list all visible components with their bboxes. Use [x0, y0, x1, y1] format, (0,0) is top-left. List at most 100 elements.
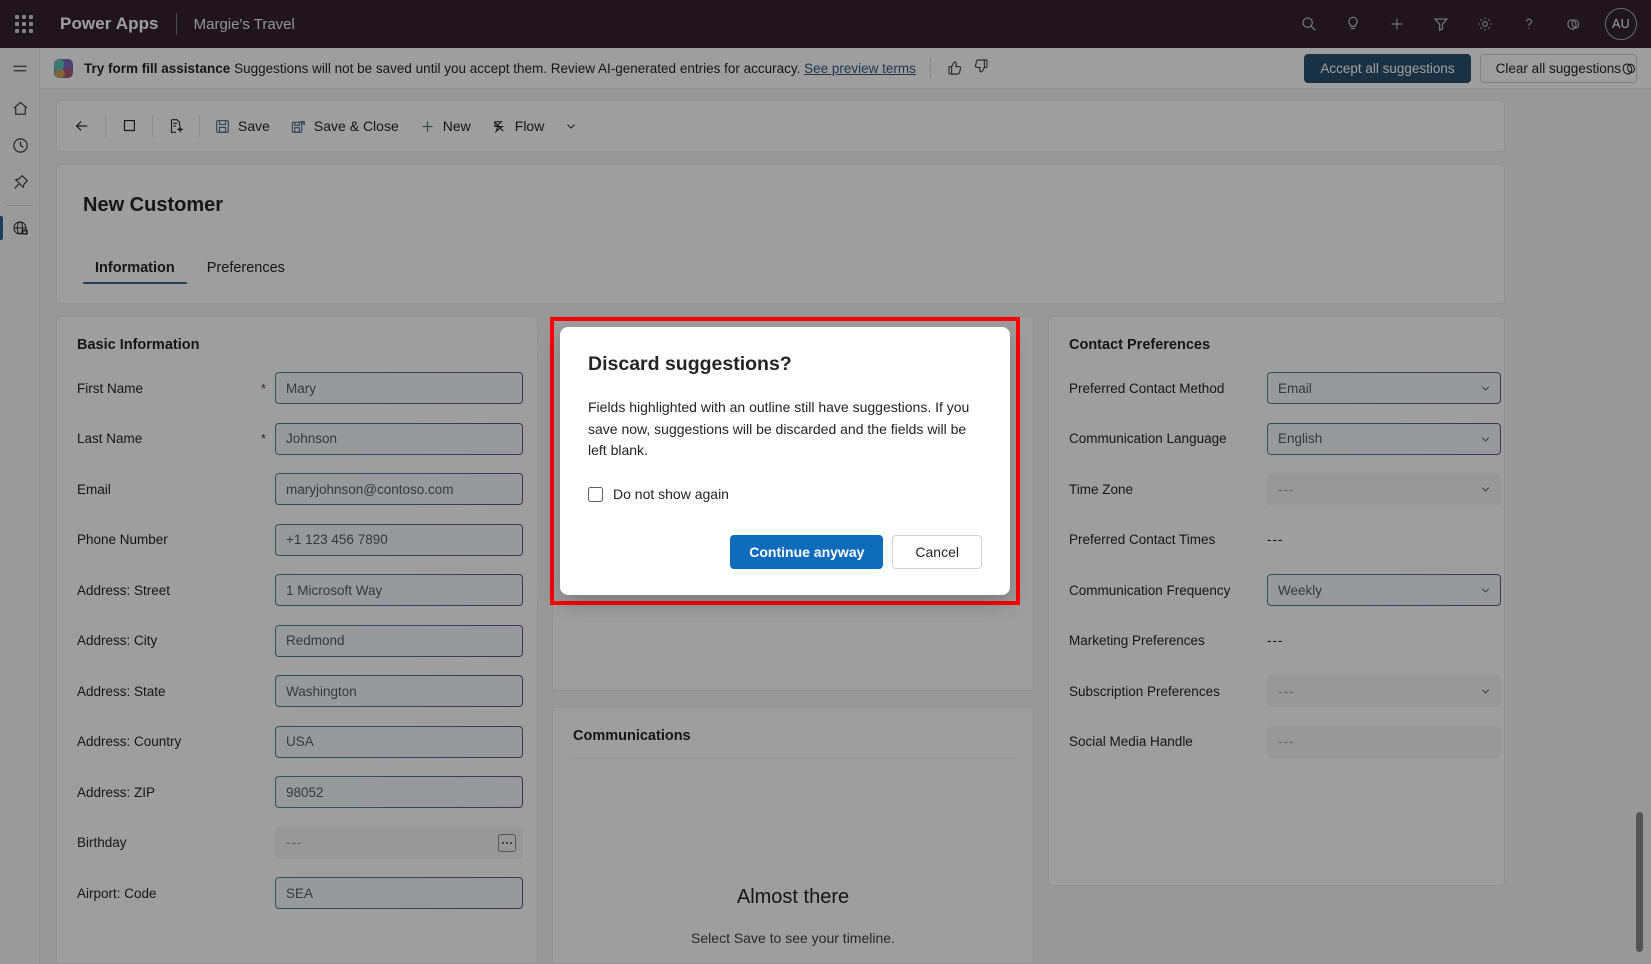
- continue-anyway-button[interactable]: Continue anyway: [730, 535, 883, 569]
- field-control[interactable]: Weekly: [1267, 574, 1501, 606]
- save-label: Save: [238, 118, 270, 134]
- field-select[interactable]: Email: [1267, 372, 1501, 404]
- field-control[interactable]: ---: [1267, 726, 1501, 758]
- field-select[interactable]: Weekly: [1267, 574, 1501, 606]
- banner-message: Try form fill assistance Suggestions wil…: [84, 61, 916, 76]
- field-value: ---: [1278, 482, 1295, 497]
- field-input[interactable]: Mary: [275, 372, 523, 404]
- field-value: Johnson: [286, 431, 337, 446]
- field-row: Emailmaryjohnson@contoso.com: [77, 473, 523, 505]
- avatar[interactable]: AU: [1605, 8, 1637, 40]
- sidebar-item-customers[interactable]: [0, 210, 40, 247]
- field-control[interactable]: Redmond: [275, 625, 523, 657]
- field-input[interactable]: +1 123 456 7890: [275, 524, 523, 556]
- field-input[interactable]: Johnson: [275, 423, 523, 455]
- field-input[interactable]: ---: [275, 827, 523, 859]
- required-indicator: *: [261, 431, 275, 446]
- scrollbar-thumb[interactable]: [1636, 812, 1643, 952]
- field-value: ---: [1278, 684, 1295, 699]
- field-input[interactable]: maryjohnson@contoso.com: [275, 473, 523, 505]
- tab-preferences[interactable]: Preferences: [195, 252, 297, 290]
- field-value: Weekly: [1278, 583, 1322, 598]
- new-button[interactable]: New: [409, 108, 481, 144]
- form-fill-assist-button[interactable]: [157, 108, 195, 144]
- open-popout-button[interactable]: [110, 108, 148, 144]
- accept-all-suggestions-button[interactable]: Accept all suggestions: [1304, 54, 1470, 83]
- thumbs-up-icon[interactable]: [945, 57, 967, 79]
- search-icon[interactable]: [1289, 0, 1329, 48]
- field-control[interactable]: ---: [275, 827, 523, 859]
- field-control[interactable]: ---: [1267, 473, 1501, 505]
- tab-information[interactable]: Information: [83, 252, 187, 290]
- contact-preferences-card: Contact Preferences Preferred Contact Me…: [1048, 316, 1505, 886]
- field-control[interactable]: Email: [1267, 372, 1501, 404]
- field-control[interactable]: Mary: [275, 372, 523, 404]
- field-value: maryjohnson@contoso.com: [286, 482, 454, 497]
- plus-icon[interactable]: [1377, 0, 1417, 48]
- field-control[interactable]: English: [1267, 423, 1501, 455]
- cancel-button[interactable]: Cancel: [892, 535, 982, 569]
- communications-timeline-card: Communications Almost there Select Save …: [552, 707, 1034, 964]
- thumbs-down-icon[interactable]: [971, 57, 993, 79]
- field-label: Preferred Contact Method: [1069, 381, 1253, 396]
- field-input[interactable]: 98052: [275, 776, 523, 808]
- see-preview-terms-link[interactable]: See preview terms: [804, 61, 916, 76]
- copilot-icon: [54, 59, 73, 78]
- calendar-icon[interactable]: [498, 834, 516, 852]
- brand-title: Power Apps: [60, 14, 159, 34]
- field-row: Social Media Handle ---: [1069, 726, 1501, 758]
- save-button[interactable]: Save: [204, 108, 280, 144]
- save-and-close-button[interactable]: Save & Close: [280, 108, 409, 144]
- field-input[interactable]: ---: [1267, 726, 1501, 758]
- lightbulb-icon[interactable]: [1333, 0, 1373, 48]
- field-input[interactable]: Washington: [275, 675, 523, 707]
- copilot-icon[interactable]: [1553, 0, 1593, 48]
- field-control[interactable]: maryjohnson@contoso.com: [275, 473, 523, 505]
- flow-label: Flow: [515, 118, 545, 134]
- help-icon[interactable]: [1509, 0, 1549, 48]
- home-icon[interactable]: [0, 90, 40, 127]
- do-not-show-again-label: Do not show again: [613, 486, 729, 502]
- basic-information-title: Basic Information: [77, 337, 199, 353]
- filter-icon[interactable]: [1421, 0, 1461, 48]
- field-control[interactable]: +1 123 456 7890: [275, 524, 523, 556]
- field-value: +1 123 456 7890: [286, 532, 388, 547]
- field-select[interactable]: English: [1267, 423, 1501, 455]
- gear-icon[interactable]: [1465, 0, 1505, 48]
- hamburger-menu-icon[interactable]: [0, 48, 40, 90]
- copilot-panel-icon[interactable]: [1607, 48, 1651, 89]
- brand-divider: [176, 13, 177, 35]
- pin-icon[interactable]: [0, 164, 40, 201]
- field-control[interactable]: USA: [275, 726, 523, 758]
- field-input[interactable]: 1 Microsoft Way: [275, 574, 523, 606]
- flow-chevron-down-icon[interactable]: [554, 108, 588, 144]
- field-label: Preferred Contact Times: [1069, 532, 1253, 547]
- field-row: Subscription Preferences---: [1069, 675, 1501, 707]
- field-select[interactable]: ---: [1267, 473, 1501, 505]
- app-launcher-button[interactable]: [0, 0, 48, 48]
- back-button[interactable]: [63, 108, 101, 144]
- field-control: ---: [1267, 531, 1501, 549]
- timeline-empty-title: Almost there: [553, 886, 1033, 909]
- field-control[interactable]: Johnson: [275, 423, 523, 455]
- do-not-show-again-checkbox[interactable]: Do not show again: [588, 486, 982, 502]
- field-row: Address: Street 1 Microsoft Way: [77, 574, 523, 606]
- field-control[interactable]: 1 Microsoft Way: [275, 574, 523, 606]
- recent-clock-icon[interactable]: [0, 127, 40, 164]
- field-control[interactable]: SEA: [275, 877, 523, 909]
- vertical-scrollbar[interactable]: [1636, 316, 1643, 964]
- field-control: ---: [1267, 632, 1501, 650]
- field-select[interactable]: ---: [1267, 675, 1501, 707]
- command-divider: [105, 115, 106, 137]
- field-input[interactable]: USA: [275, 726, 523, 758]
- field-label: Address: ZIP: [77, 785, 261, 800]
- field-control[interactable]: ---: [1267, 675, 1501, 707]
- field-label: Social Media Handle: [1069, 734, 1253, 749]
- field-input[interactable]: Redmond: [275, 625, 523, 657]
- field-control[interactable]: Washington: [275, 675, 523, 707]
- field-label: Address: Street: [77, 583, 261, 598]
- field-control[interactable]: 98052: [275, 776, 523, 808]
- flow-button[interactable]: Flow: [481, 108, 555, 144]
- field-row: Address: ZIP 98052: [77, 776, 523, 808]
- field-input[interactable]: SEA: [275, 877, 523, 909]
